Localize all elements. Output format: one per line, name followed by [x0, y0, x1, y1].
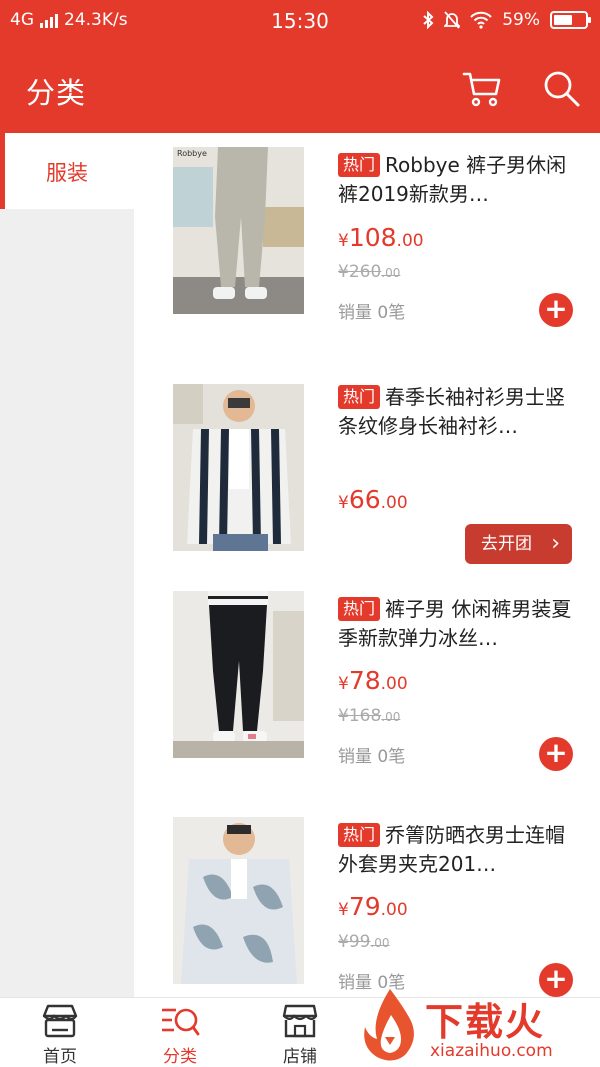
- product-list: Robbye 热门 Robbye 裤子男休闲裤2019新款男… ¥108.00 ¥…: [134, 133, 600, 997]
- hot-badge: 热门: [338, 597, 381, 621]
- price-decimal: .00: [396, 231, 424, 251]
- currency-symbol: ¥: [338, 674, 349, 694]
- group-button-label: 去开团: [481, 534, 532, 554]
- watermark-url: xiazaihuo.com: [430, 1041, 553, 1061]
- original-price-decimal: .00: [381, 710, 401, 724]
- wifi-icon: [470, 11, 492, 29]
- tab-label: 店铺: [283, 1047, 317, 1067]
- category-sidebar: 服装: [0, 133, 134, 997]
- tab-shop[interactable]: 店铺: [260, 998, 340, 1067]
- product-image[interactable]: [173, 817, 304, 984]
- store-icon: [42, 1004, 78, 1038]
- app-header: 分类: [0, 40, 600, 133]
- currency-symbol: ¥: [338, 231, 349, 251]
- shop-icon: [282, 1004, 318, 1038]
- cart-icon[interactable]: [462, 70, 502, 108]
- product-price: ¥79.00: [338, 892, 408, 921]
- product-item[interactable]: 热门 春季长袖衬衫男士竖条纹修身长袖衬衫… ¥66.00 去开团 ›: [134, 361, 600, 589]
- product-title[interactable]: 热门 裤子男 休闲裤男装夏季新款弹力冰丝…: [338, 595, 584, 653]
- product-title[interactable]: 热门 春季长袖衬衫男士竖条纹修身长袖衬衫…: [338, 383, 584, 441]
- page-title: 分类: [26, 76, 87, 110]
- original-price-decimal: .00: [381, 266, 401, 280]
- price-integer: 108: [348, 223, 397, 252]
- watermark: 下载火 xiazaihuo.com: [355, 985, 600, 1067]
- sidebar-item-label: 服装: [46, 161, 88, 185]
- battery-icon: [550, 11, 591, 29]
- status-bar: 4G 24.3K/s 15:30 59%: [0, 0, 600, 40]
- product-item[interactable]: 热门 乔箐防晒衣男士连帽外套男夹克201… ¥79.00 ¥99.00 销量 0笔…: [134, 817, 600, 997]
- product-image[interactable]: [173, 591, 304, 758]
- start-group-button[interactable]: 去开团 ›: [465, 524, 572, 564]
- product-price: ¥78.00: [338, 666, 408, 695]
- price-integer: 79: [348, 892, 381, 921]
- watermark-title: 下载火: [425, 1000, 546, 1044]
- battery-fill: [554, 15, 572, 25]
- original-price-integer: ¥99: [338, 932, 371, 952]
- sales-count: 销量 0笔: [338, 303, 406, 323]
- hot-badge: 热门: [338, 153, 381, 177]
- svg-text:Robbye: Robbye: [177, 149, 207, 158]
- price-integer: 78: [348, 666, 381, 695]
- currency-symbol: ¥: [338, 900, 349, 920]
- original-price: ¥260.00: [338, 262, 400, 282]
- category-search-icon: [162, 1008, 200, 1036]
- original-price-integer: ¥168: [338, 706, 382, 726]
- currency-symbol: ¥: [338, 493, 349, 513]
- add-to-cart-button[interactable]: +: [539, 293, 573, 327]
- bluetooth-icon: [423, 11, 434, 29]
- product-title[interactable]: 热门 乔箐防晒衣男士连帽外套男夹克201…: [338, 821, 584, 879]
- tab-label: 分类: [163, 1047, 197, 1067]
- hot-badge: 热门: [338, 823, 381, 847]
- product-price: ¥66.00: [338, 485, 408, 514]
- search-icon[interactable]: [541, 68, 581, 108]
- flame-logo-icon: [364, 989, 414, 1061]
- tab-category[interactable]: 分类: [140, 998, 220, 1067]
- tab-home[interactable]: 首页: [20, 998, 100, 1067]
- price-decimal: .00: [380, 900, 408, 920]
- sales-count: 销量 0笔: [338, 747, 406, 767]
- status-right: 59%: [422, 10, 591, 30]
- add-to-cart-button[interactable]: +: [539, 737, 573, 771]
- battery-percent: 59%: [502, 10, 540, 30]
- original-price-decimal: .00: [370, 936, 390, 950]
- product-title[interactable]: 热门 Robbye 裤子男休闲裤2019新款男…: [338, 151, 584, 209]
- mute-icon: [444, 11, 461, 29]
- original-price: ¥168.00: [338, 706, 400, 726]
- app-screen: 4G 24.3K/s 15:30 59% 分类 服装 Robbye 热门 Rob…: [0, 0, 600, 1067]
- price-decimal: .00: [380, 493, 408, 513]
- product-item[interactable]: Robbye 热门 Robbye 裤子男休闲裤2019新款男… ¥108.00 ¥…: [134, 133, 600, 361]
- original-price: ¥99.00: [338, 932, 390, 952]
- hot-badge: 热门: [338, 385, 381, 409]
- product-image[interactable]: Robbye: [173, 147, 304, 314]
- price-integer: 66: [348, 485, 381, 514]
- price-decimal: .00: [380, 674, 408, 694]
- product-price: ¥108.00: [338, 223, 424, 252]
- sidebar-item-clothing[interactable]: 服装: [0, 133, 134, 209]
- product-image[interactable]: [173, 384, 304, 551]
- tab-label: 首页: [43, 1047, 77, 1067]
- original-price-integer: ¥260: [338, 262, 382, 282]
- product-item[interactable]: 热门 裤子男 休闲裤男装夏季新款弹力冰丝… ¥78.00 ¥168.00 销量 0…: [134, 589, 600, 817]
- chevron-right-icon: ›: [551, 531, 560, 556]
